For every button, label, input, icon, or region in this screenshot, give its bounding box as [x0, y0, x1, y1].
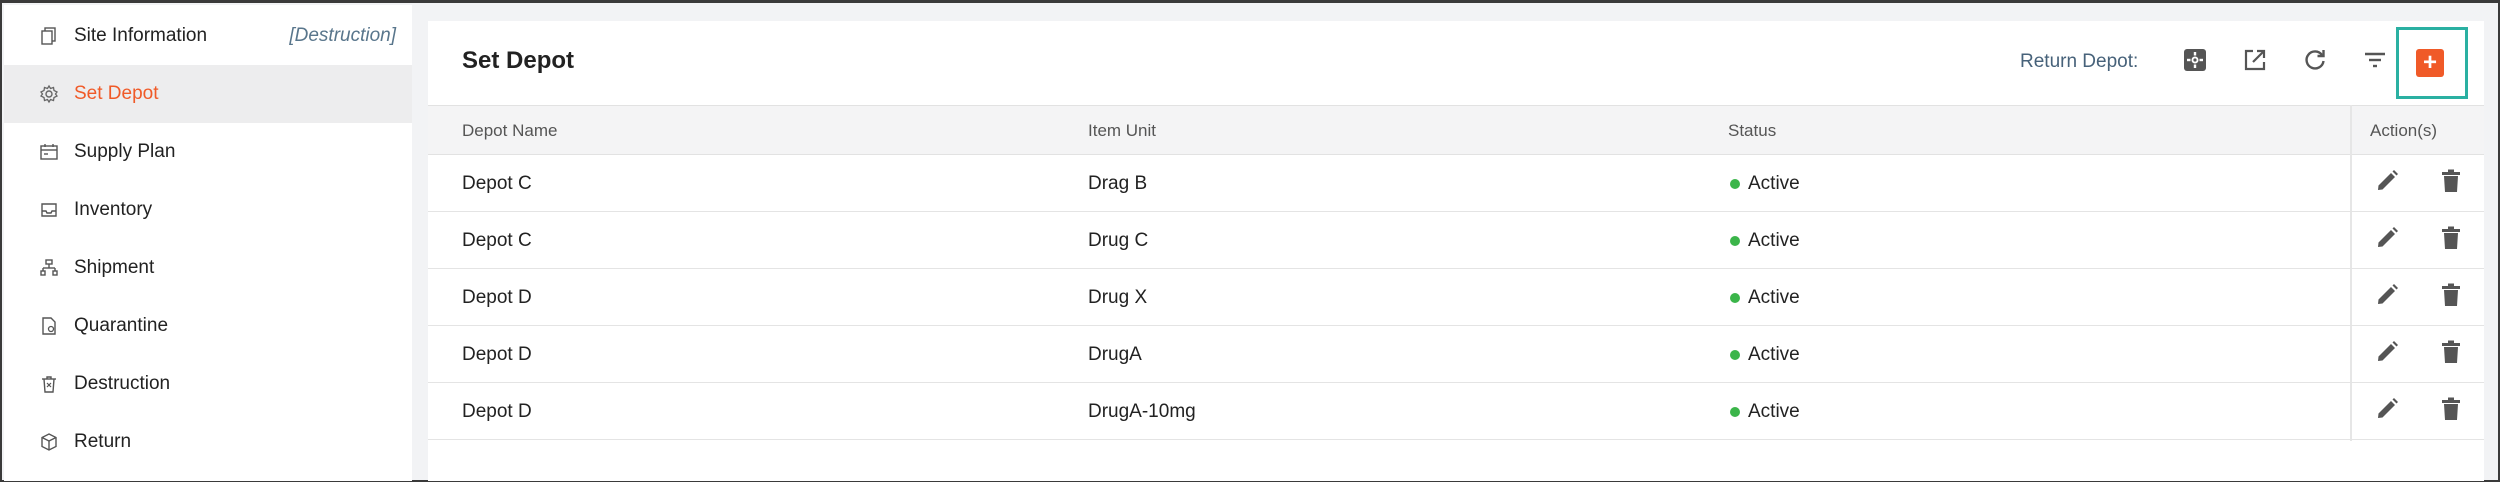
- edit-button[interactable]: [2372, 339, 2402, 369]
- sidebar-item-label: Supply Plan: [74, 141, 176, 162]
- hierarchy-icon: [38, 257, 60, 279]
- table-row[interactable]: Depot C Drug C Active: [428, 212, 2484, 269]
- table-header: Depot Name Item Unit Status Action(s): [428, 105, 2484, 155]
- refresh-button[interactable]: [2298, 45, 2332, 79]
- pencil-icon: [2373, 167, 2401, 200]
- pencil-icon: [2373, 281, 2401, 314]
- sidebar-item-destruction[interactable]: Destruction: [4, 355, 412, 413]
- pencil-icon: [2373, 224, 2401, 257]
- depot-name-cell: Depot D: [462, 401, 532, 422]
- return-depot-label: Return Depot:: [2020, 51, 2139, 72]
- edit-button[interactable]: [2372, 396, 2402, 426]
- trash-icon: [2437, 167, 2465, 200]
- table-row[interactable]: Depot D Drug X Active: [428, 269, 2484, 326]
- table-row[interactable]: Depot D DrugA-10mg Active: [428, 383, 2484, 440]
- gear-icon: [38, 83, 60, 105]
- sidebar-item-label: Inventory: [74, 199, 153, 220]
- item-unit-cell: Drug C: [1088, 230, 1149, 251]
- app-frame: Site Information [Destruction] Set Depot…: [0, 0, 2500, 482]
- add-icon: +: [2422, 49, 2437, 76]
- site-context-tag: [Destruction]: [289, 25, 396, 46]
- sidebar-item-shipment[interactable]: Shipment: [4, 239, 412, 297]
- external-link-icon: [2241, 46, 2269, 79]
- filter-button[interactable]: [2358, 45, 2392, 79]
- sidebar-item-site-information[interactable]: Site Information [Destruction]: [4, 7, 412, 65]
- inbox-icon: [38, 199, 60, 221]
- column-header-depot-name[interactable]: Depot Name: [462, 121, 557, 141]
- depot-name-cell: Depot C: [462, 230, 532, 251]
- sidebar-item-supply-plan[interactable]: Supply Plan: [4, 123, 412, 181]
- sidebar: Site Information [Destruction] Set Depot…: [4, 5, 412, 481]
- item-unit-cell: DrugA-10mg: [1088, 401, 1196, 422]
- status-active-dot: [1730, 350, 1740, 360]
- status-active-dot: [1730, 179, 1740, 189]
- table-row[interactable]: Depot D DrugA Active: [428, 326, 2484, 383]
- trash-icon: [2437, 395, 2465, 428]
- sidebar-item-label: Return: [74, 431, 132, 452]
- sidebar-item-label: Site Information: [74, 25, 208, 46]
- pencil-icon: [2373, 338, 2401, 371]
- filter-icon: [2361, 46, 2389, 79]
- edit-button[interactable]: [2372, 168, 2402, 198]
- trash-icon: [2437, 224, 2465, 257]
- sidebar-item-return[interactable]: Return: [4, 413, 412, 471]
- calendar-icon: [38, 141, 60, 163]
- settings-button[interactable]: [2178, 45, 2212, 79]
- export-button[interactable]: [2238, 45, 2272, 79]
- item-unit-cell: Drug X: [1088, 287, 1148, 308]
- pencil-icon: [2373, 395, 2401, 428]
- document-copy-icon: [38, 25, 60, 47]
- sidebar-item-quarantine[interactable]: Quarantine: [4, 297, 412, 355]
- box-icon: [38, 431, 60, 453]
- column-header-status[interactable]: Status: [1728, 121, 1776, 141]
- sidebar-item-label: Shipment: [74, 257, 155, 278]
- page-title: Set Depot: [462, 47, 575, 74]
- settings-icon: [2181, 46, 2209, 79]
- delete-button[interactable]: [2436, 168, 2466, 198]
- trash-icon: [2437, 338, 2465, 371]
- status-active-dot: [1730, 407, 1740, 417]
- depot-name-cell: Depot C: [462, 173, 532, 194]
- item-unit-cell: DrugA: [1088, 344, 1142, 365]
- table-row[interactable]: Depot C Drag B Active: [428, 155, 2484, 212]
- delete-button[interactable]: [2436, 225, 2466, 255]
- item-unit-cell: Drag B: [1088, 173, 1148, 194]
- add-depot-button[interactable]: +: [2416, 49, 2444, 77]
- status-cell: Active: [1748, 287, 1800, 308]
- edit-button[interactable]: [2372, 225, 2402, 255]
- trash-icon: [2437, 281, 2465, 314]
- column-header-actions: Action(s): [2370, 121, 2438, 140]
- sidebar-item-label: Destruction: [74, 373, 171, 394]
- edit-button[interactable]: [2372, 282, 2402, 312]
- status-cell: Active: [1748, 401, 1800, 422]
- delete-button[interactable]: [2436, 339, 2466, 369]
- sidebar-item-set-depot[interactable]: Set Depot: [4, 65, 412, 123]
- column-header-item-unit[interactable]: Item Unit: [1088, 121, 1156, 141]
- document-lock-icon: [38, 315, 60, 337]
- sidebar-item-label: Quarantine: [74, 315, 169, 336]
- depot-name-cell: Depot D: [462, 287, 532, 308]
- delete-button[interactable]: [2436, 396, 2466, 426]
- status-active-dot: [1730, 236, 1740, 246]
- main-panel: Set Depot Return Depot: + Depot Name Ite…: [428, 21, 2484, 481]
- delete-button[interactable]: [2436, 282, 2466, 312]
- trash-icon: [38, 373, 60, 395]
- sidebar-item-label: Set Depot: [74, 83, 159, 104]
- status-cell: Active: [1748, 173, 1800, 194]
- status-cell: Active: [1748, 344, 1800, 365]
- depot-name-cell: Depot D: [462, 344, 532, 365]
- status-cell: Active: [1748, 230, 1800, 251]
- refresh-icon: [2301, 46, 2329, 79]
- status-active-dot: [1730, 293, 1740, 303]
- sidebar-item-inventory[interactable]: Inventory: [4, 181, 412, 239]
